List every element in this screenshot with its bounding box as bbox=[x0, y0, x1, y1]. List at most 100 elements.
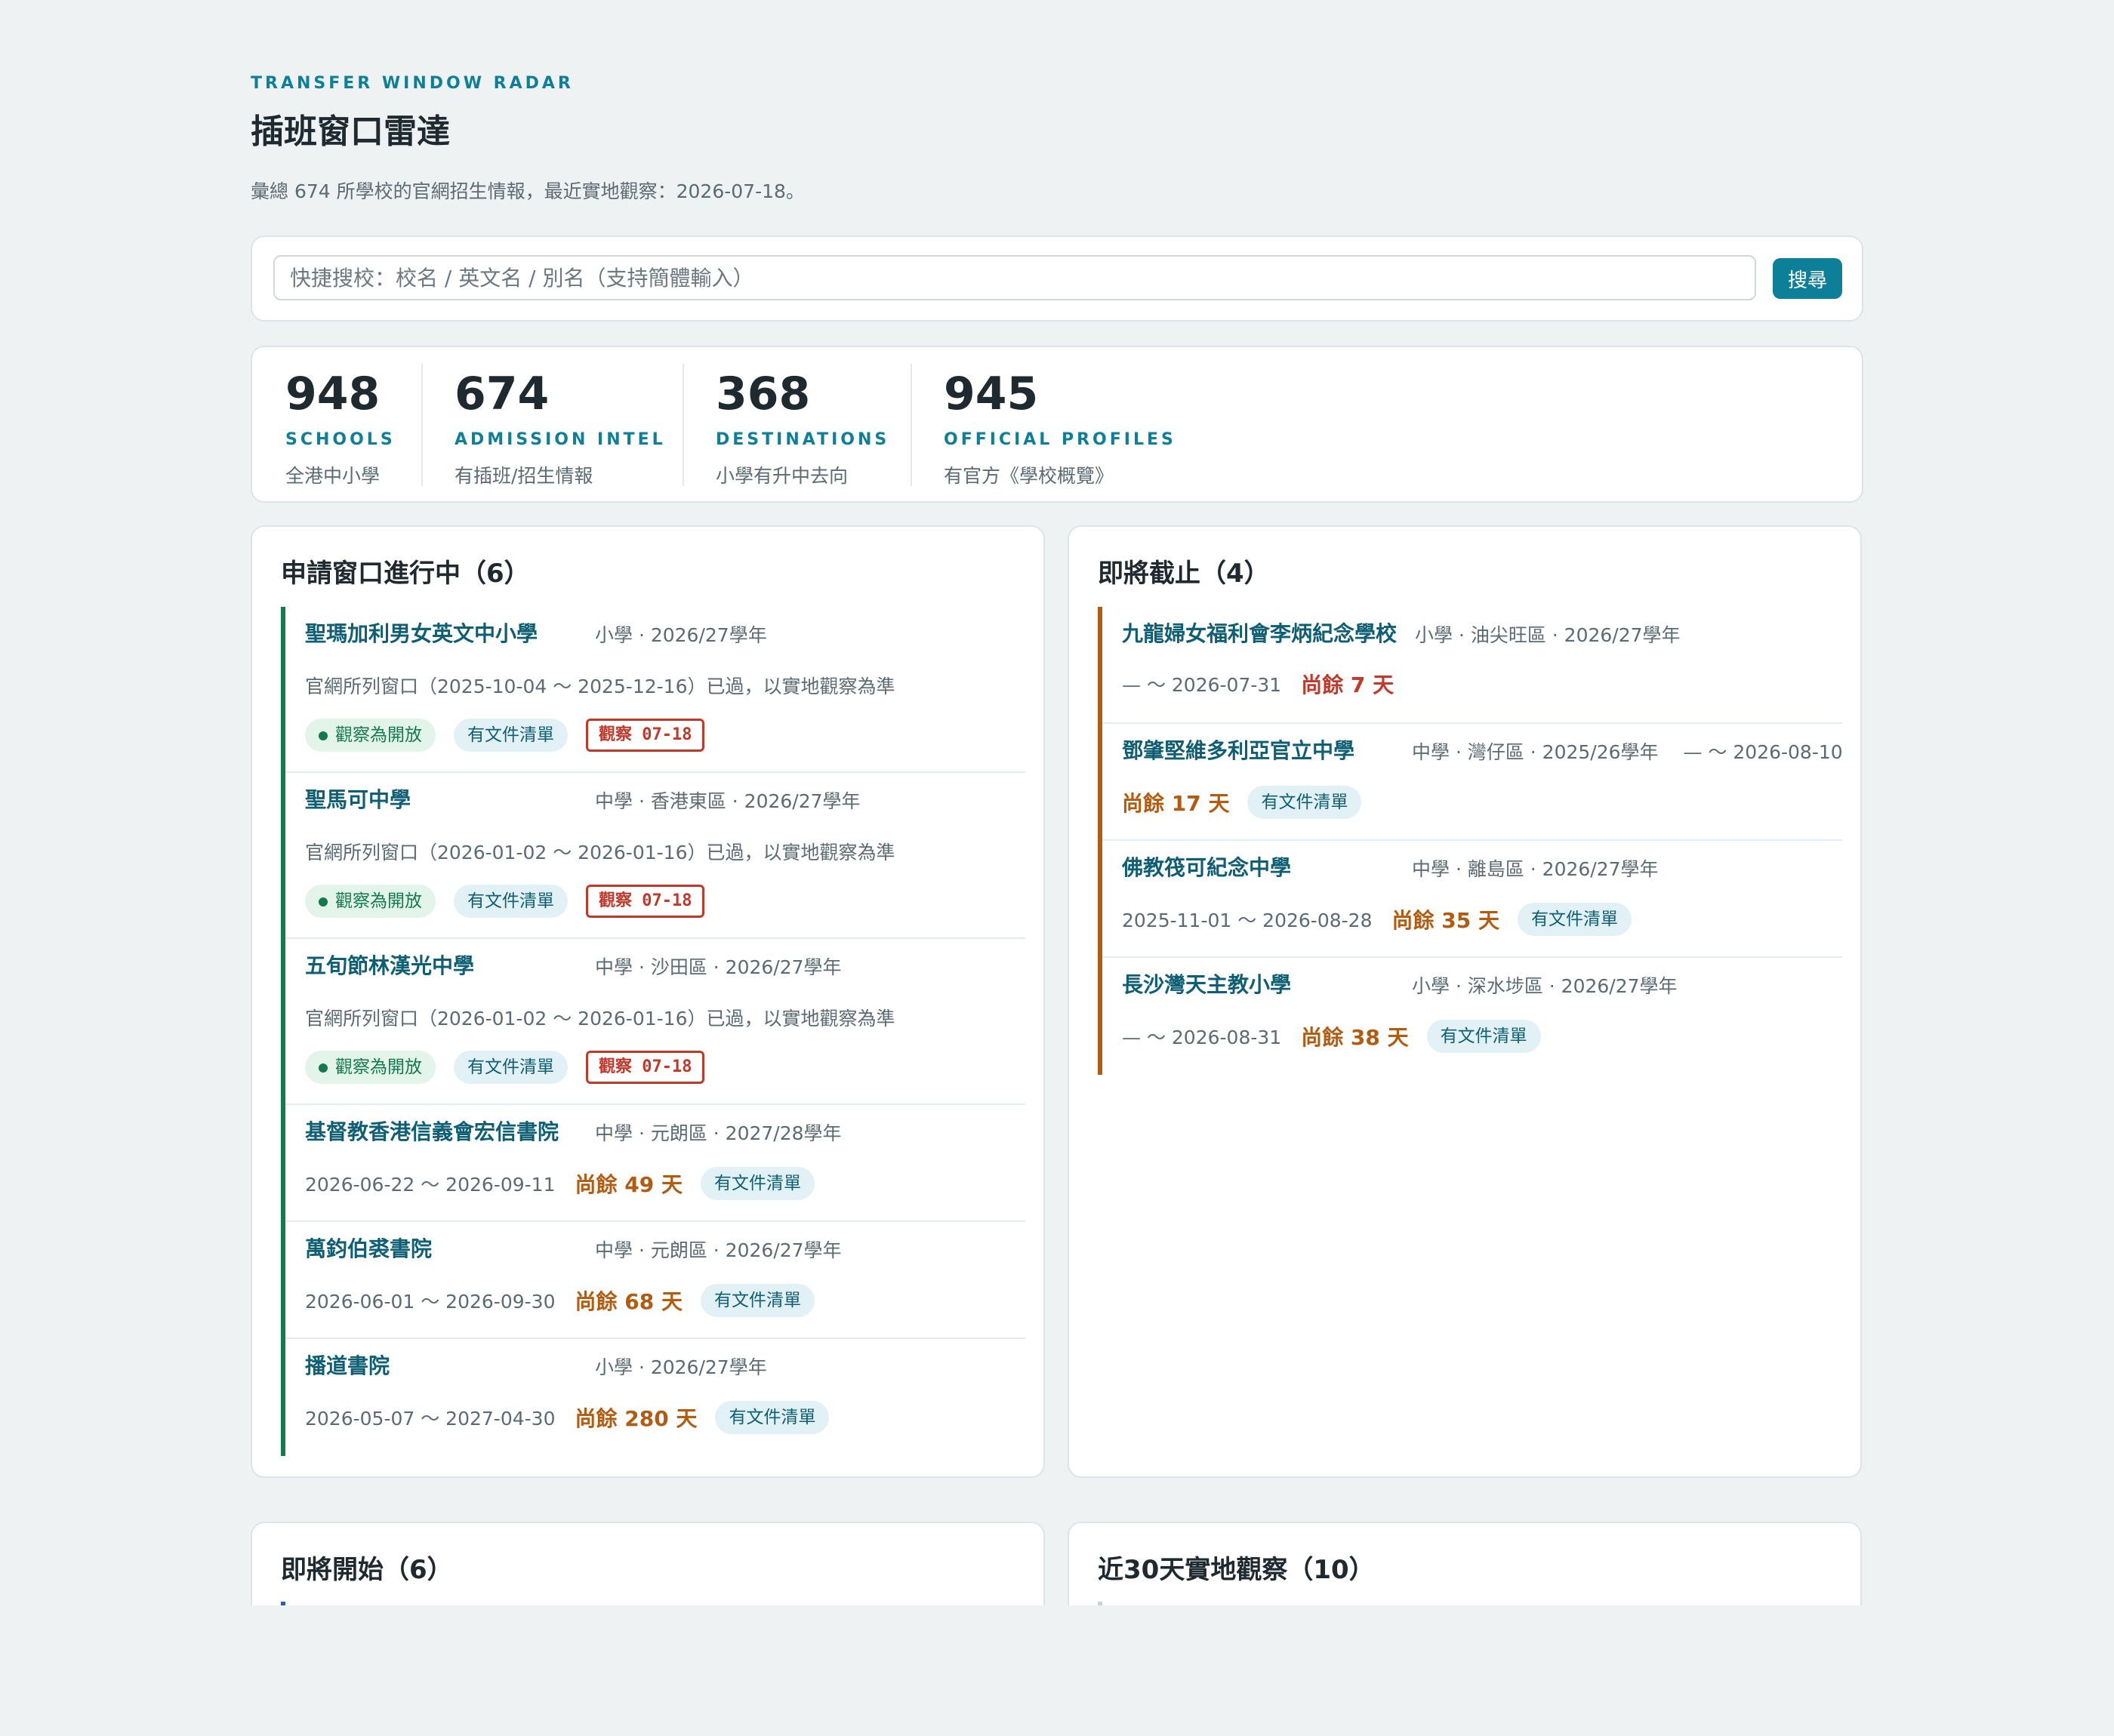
observed-badge: 觀察 07-18 bbox=[586, 719, 705, 752]
doc-badge: 有文件清單 bbox=[454, 719, 568, 752]
stat-description: 全港中小學 bbox=[285, 465, 381, 487]
list-item[interactable]: 九龍婦女福利會李炳紀念學校 小學 · 油尖旺區 · 2026/27學年 — 〜 … bbox=[1102, 607, 1842, 724]
status-badge: 觀察為開放 bbox=[305, 1051, 436, 1084]
stat-admission-intel: 674 ADMISSION INTEL 有插班/招生情報 bbox=[455, 367, 666, 488]
stats-card: 948 SCHOOLS 全港中小學 674 ADMISSION INTEL 有插… bbox=[251, 346, 1863, 503]
stat-divider bbox=[421, 364, 423, 486]
observed-badge: 觀察 07-18 bbox=[586, 1051, 705, 1084]
chip-row: 2026-05-07 〜 2027-04-30 尚餘 280 天 有文件清單 bbox=[305, 1401, 847, 1434]
window-range: — 〜 2026-07-31 bbox=[1122, 674, 1282, 696]
window-note: 官網所列窗口（2026-01-02 〜 2026-01-16）已過，以實地觀察為… bbox=[305, 842, 895, 863]
school-name-link[interactable]: 萬鈞伯裘書院 bbox=[305, 1233, 432, 1263]
list-item[interactable]: 五旬節林漢光中學 中學 · 沙田區 · 2026/27學年 官網所列窗口（202… bbox=[285, 939, 1025, 1105]
doc-badge: 有文件清單 bbox=[715, 1401, 830, 1434]
upcoming-panel: 即將開始（6） bbox=[251, 1522, 1045, 1605]
chip-row: 2026-06-01 〜 2026-09-30 尚餘 68 天 有文件清單 bbox=[305, 1284, 833, 1317]
status-dot-icon bbox=[319, 1063, 328, 1073]
window-range: 2026-05-07 〜 2027-04-30 bbox=[305, 1408, 556, 1430]
window-note: 官網所列窗口（2025-10-04 〜 2025-12-16）已過，以實地觀察為… bbox=[305, 676, 895, 697]
panel-title: 申請窗口進行中（6） bbox=[281, 559, 530, 589]
status-badge: 觀察為開放 bbox=[305, 885, 436, 918]
chip-row: 2026-06-22 〜 2026-09-11 尚餘 49 天 有文件清單 bbox=[305, 1167, 833, 1200]
window-range: — 〜 2026-08-31 bbox=[1122, 1027, 1282, 1048]
doc-badge: 有文件清單 bbox=[454, 1051, 568, 1084]
school-meta: 中學 · 元朗區 · 2026/27學年 bbox=[595, 1239, 842, 1261]
list-item[interactable]: 基督教香港信義會宏信書院 中學 · 元朗區 · 2027/28學年 2026-0… bbox=[285, 1105, 1025, 1222]
chip-row: 觀察為開放 有文件清單 觀察 07-18 bbox=[305, 719, 723, 752]
school-meta: 中學 · 離島區 · 2026/27學年 bbox=[1412, 858, 1659, 880]
open-now-panel: 申請窗口進行中（6） 聖瑪加利男女英文中小學 小學 · 2026/27學年 官網… bbox=[251, 525, 1045, 1478]
status-dot-icon bbox=[319, 897, 328, 906]
stat-value: 674 bbox=[455, 368, 550, 420]
stat-official-profiles: 945 OFFICIAL PROFILES 有官方《學校概覽》 bbox=[944, 367, 1176, 488]
search-input[interactable] bbox=[273, 255, 1756, 300]
school-name-link[interactable]: 基督教香港信義會宏信書院 bbox=[305, 1116, 559, 1146]
stat-description: 有官方《學校概覽》 bbox=[944, 465, 1114, 487]
school-name-link[interactable]: 播道書院 bbox=[305, 1350, 390, 1380]
status-text: 觀察為開放 bbox=[335, 725, 422, 745]
stat-schools: 948 SCHOOLS 全港中小學 bbox=[285, 367, 396, 488]
school-name-link[interactable]: 長沙灣天主教小學 bbox=[1122, 968, 1291, 999]
list-item[interactable]: 鄧肇堅維多利亞官立中學 中學 · 灣仔區 · 2025/26學年 — 〜 202… bbox=[1102, 724, 1843, 841]
list-item[interactable]: 萬鈞伯裘書院 中學 · 元朗區 · 2026/27學年 2026-06-01 〜… bbox=[285, 1222, 1025, 1339]
stat-label: SCHOOLS bbox=[285, 430, 396, 449]
search-card: 搜尋 bbox=[251, 235, 1863, 322]
window-range: 2026-06-22 〜 2026-09-11 bbox=[305, 1174, 556, 1196]
page: TRANSFER WINDOW RADAR 插班窗口雷達 彙總 674 所學校的… bbox=[251, 0, 1863, 1605]
school-meta: 小學 · 深水埗區 · 2026/27學年 bbox=[1412, 975, 1678, 997]
doc-badge: 有文件清單 bbox=[1426, 1020, 1541, 1053]
days-remaining: 尚餘 17 天 bbox=[1122, 791, 1230, 816]
school-name-link[interactable]: 鄧肇堅維多利亞官立中學 bbox=[1122, 734, 1354, 765]
list-item[interactable]: 播道書院 小學 · 2026/27學年 2026-05-07 〜 2027-04… bbox=[285, 1339, 1025, 1456]
days-remaining: 尚餘 7 天 bbox=[1301, 673, 1394, 697]
doc-badge: 有文件清單 bbox=[1247, 786, 1362, 819]
school-name-link[interactable]: 聖瑪加利男女英文中小學 bbox=[305, 617, 538, 648]
window-range: 2025-11-01 〜 2026-08-28 bbox=[1122, 910, 1373, 931]
list-item[interactable]: 聖瑪加利男女英文中小學 小學 · 2026/27學年 官網所列窗口（2025-1… bbox=[285, 607, 1025, 773]
school-name-link[interactable]: 聖馬可中學 bbox=[305, 783, 411, 814]
page-eyebrow: TRANSFER WINDOW RADAR bbox=[251, 74, 574, 93]
page-subtitle: 彙總 674 所學校的官網招生情報，最近實地觀察：2026-07-18。 bbox=[251, 180, 805, 202]
list-item[interactable]: 長沙灣天主教小學 小學 · 深水埗區 · 2026/27學年 — 〜 2026-… bbox=[1102, 958, 1842, 1075]
doc-badge: 有文件清單 bbox=[454, 885, 568, 918]
status-text: 觀察為開放 bbox=[335, 1057, 422, 1077]
school-meta: 中學 · 香港東區 · 2026/27學年 bbox=[595, 790, 861, 812]
chip-row: 2025-11-01 〜 2026-08-28 尚餘 35 天 有文件清單 bbox=[1122, 903, 1650, 936]
page-title: 插班窗口雷達 bbox=[251, 112, 450, 151]
panel-title: 近30天實地觀察（10） bbox=[1098, 1555, 1375, 1585]
school-meta: 中學 · 灣仔區 · 2025/26學年 — 〜 2026-08-10 bbox=[1412, 741, 1843, 763]
status-badge: 觀察為開放 bbox=[305, 719, 436, 752]
stat-divider bbox=[683, 364, 684, 486]
days-remaining: 尚餘 49 天 bbox=[575, 1172, 683, 1197]
days-remaining: 尚餘 35 天 bbox=[1391, 908, 1499, 933]
school-meta: 小學 · 2026/27學年 bbox=[595, 624, 767, 646]
chip-row: 觀察為開放 有文件清單 觀察 07-18 bbox=[305, 1051, 723, 1084]
doc-badge: 有文件清單 bbox=[1517, 903, 1632, 936]
chip-row: 觀察為開放 有文件清單 觀察 07-18 bbox=[305, 885, 723, 918]
panel-title: 即將開始（6） bbox=[281, 1555, 453, 1585]
stat-label: ADMISSION INTEL bbox=[455, 430, 666, 449]
closing-soon-list: 九龍婦女福利會李炳紀念學校 小學 · 油尖旺區 · 2026/27學年 — 〜 … bbox=[1098, 607, 1843, 1075]
chip-row: — 〜 2026-07-31 尚餘 7 天 bbox=[1122, 669, 1412, 699]
stat-value: 945 bbox=[944, 368, 1039, 420]
list-accent bbox=[281, 1602, 285, 1605]
school-name-link[interactable]: 佛教筏可紀念中學 bbox=[1122, 851, 1291, 882]
closing-soon-panel: 即將截止（4） 九龍婦女福利會李炳紀念學校 小學 · 油尖旺區 · 2026/2… bbox=[1068, 525, 1862, 1478]
list-item[interactable]: 聖馬可中學 中學 · 香港東區 · 2026/27學年 官網所列窗口（2026-… bbox=[285, 773, 1025, 939]
panel-title: 即將截止（4） bbox=[1098, 559, 1270, 589]
school-name-link[interactable]: 九龍婦女福利會李炳紀念學校 bbox=[1122, 617, 1397, 648]
stat-value: 948 bbox=[285, 368, 381, 420]
school-meta: 中學 · 元朗區 · 2027/28學年 bbox=[595, 1122, 842, 1144]
stat-description: 有插班/招生情報 bbox=[455, 465, 593, 487]
doc-badge: 有文件清單 bbox=[700, 1284, 815, 1317]
list-item[interactable]: 佛教筏可紀念中學 中學 · 離島區 · 2026/27學年 2025-11-01… bbox=[1102, 841, 1842, 958]
status-text: 觀察為開放 bbox=[335, 891, 422, 911]
observed-badge: 觀察 07-18 bbox=[586, 885, 705, 918]
school-name-link[interactable]: 五旬節林漢光中學 bbox=[305, 950, 474, 980]
stat-divider bbox=[911, 364, 912, 486]
school-meta: 小學 · 2026/27學年 bbox=[595, 1356, 767, 1378]
search-button[interactable]: 搜尋 bbox=[1773, 258, 1842, 299]
window-range: 2026-06-01 〜 2026-09-30 bbox=[305, 1291, 556, 1313]
chip-row: 尚餘 17 天 有文件清單 bbox=[1122, 786, 1379, 819]
stat-label: DESTINATIONS bbox=[716, 430, 890, 449]
